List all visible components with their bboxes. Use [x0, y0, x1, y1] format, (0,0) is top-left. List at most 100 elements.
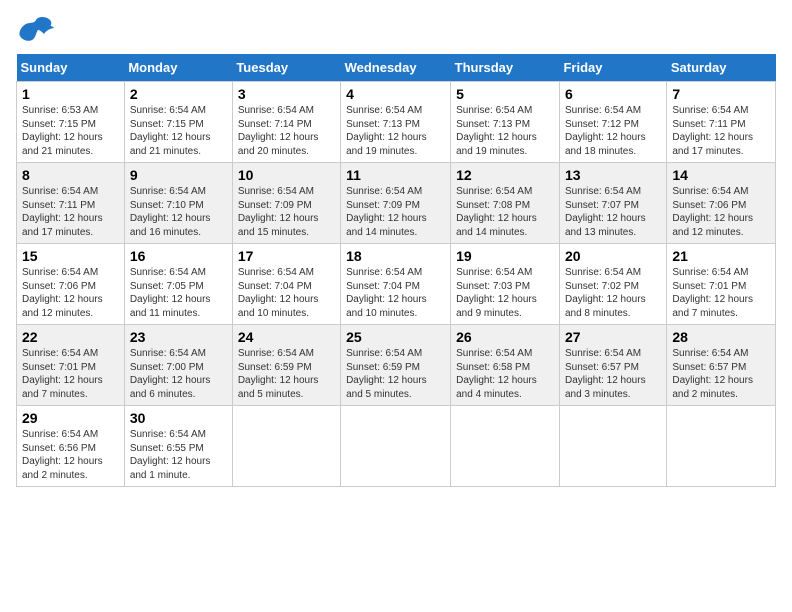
day-number: 24	[238, 329, 335, 345]
empty-cell	[232, 406, 340, 487]
logo-name	[16, 16, 54, 44]
day-number: 16	[130, 248, 227, 264]
day-info: Sunrise: 6:54 AM Sunset: 7:05 PM Dayligh…	[130, 266, 227, 320]
day-number: 22	[22, 329, 119, 345]
empty-cell	[559, 406, 666, 487]
calendar-day-2: 2Sunrise: 6:54 AM Sunset: 7:15 PM Daylig…	[124, 82, 232, 163]
calendar-day-19: 19 Sunrise: 6:54 AM Sunset: 7:03 PM Dayli…	[451, 244, 560, 325]
calendar-day-9: 9 Sunrise: 6:54 AM Sunset: 7:10 PM Daylig…	[124, 163, 232, 244]
day-number: 25	[346, 329, 445, 345]
day-info: Sunrise: 6:54 AM Sunset: 7:09 PM Dayligh…	[346, 185, 445, 239]
day-info: Sunrise: 6:54 AM Sunset: 6:59 PM Dayligh…	[346, 347, 445, 401]
calendar-day-18: 18 Sunrise: 6:54 AM Sunset: 7:04 PM Dayli…	[341, 244, 451, 325]
day-info: Sunrise: 6:54 AM Sunset: 7:12 PM Dayligh…	[565, 104, 661, 158]
empty-cell	[667, 406, 776, 487]
day-info: Sunrise: 6:54 AM Sunset: 6:57 PM Dayligh…	[672, 347, 770, 401]
weekday-header-saturday: Saturday	[667, 54, 776, 82]
calendar-week-5: 29 Sunrise: 6:54 AM Sunset: 6:56 PM Dayli…	[17, 406, 776, 487]
calendar-week-2: 8 Sunrise: 6:54 AM Sunset: 7:11 PM Daylig…	[17, 163, 776, 244]
day-number: 19	[456, 248, 554, 264]
day-number: 2	[130, 86, 227, 102]
day-info: Sunrise: 6:54 AM Sunset: 7:13 PM Dayligh…	[456, 104, 554, 158]
day-info: Sunrise: 6:54 AM Sunset: 7:06 PM Dayligh…	[672, 185, 770, 239]
day-number: 30	[130, 410, 227, 426]
calendar-table: SundayMondayTuesdayWednesdayThursdayFrid…	[16, 54, 776, 487]
calendar-day-14: 14 Sunrise: 6:54 AM Sunset: 7:06 PM Dayli…	[667, 163, 776, 244]
calendar-day-15: 15 Sunrise: 6:54 AM Sunset: 7:06 PM Dayli…	[17, 244, 125, 325]
day-number: 26	[456, 329, 554, 345]
day-number: 5	[456, 86, 554, 102]
day-info: Sunrise: 6:54 AM Sunset: 7:09 PM Dayligh…	[238, 185, 335, 239]
day-info: Sunrise: 6:54 AM Sunset: 7:11 PM Dayligh…	[672, 104, 770, 158]
day-number: 27	[565, 329, 661, 345]
day-number: 28	[672, 329, 770, 345]
day-info: Sunrise: 6:54 AM Sunset: 7:04 PM Dayligh…	[238, 266, 335, 320]
logo	[16, 16, 54, 44]
day-number: 9	[130, 167, 227, 183]
calendar-day-13: 13Sunrise: 6:54 AM Sunset: 7:07 PM Dayli…	[559, 163, 666, 244]
calendar-day-4: 4 Sunrise: 6:54 AM Sunset: 7:13 PM Daylig…	[341, 82, 451, 163]
day-info: Sunrise: 6:54 AM Sunset: 7:01 PM Dayligh…	[22, 347, 119, 401]
weekday-header-row: SundayMondayTuesdayWednesdayThursdayFrid…	[17, 54, 776, 82]
calendar-day-17: 17 Sunrise: 6:54 AM Sunset: 7:04 PM Dayli…	[232, 244, 340, 325]
logo-bird-icon	[18, 16, 54, 44]
day-info: Sunrise: 6:54 AM Sunset: 6:56 PM Dayligh…	[22, 428, 119, 482]
day-info: Sunrise: 6:54 AM Sunset: 7:06 PM Dayligh…	[22, 266, 119, 320]
day-info: Sunrise: 6:53 AM Sunset: 7:15 PM Dayligh…	[22, 104, 119, 158]
calendar-day-28: 28 Sunrise: 6:54 AM Sunset: 6:57 PM Dayli…	[667, 325, 776, 406]
weekday-header-friday: Friday	[559, 54, 666, 82]
day-number: 7	[672, 86, 770, 102]
day-number: 21	[672, 248, 770, 264]
weekday-header-monday: Monday	[124, 54, 232, 82]
calendar-week-3: 15 Sunrise: 6:54 AM Sunset: 7:06 PM Dayli…	[17, 244, 776, 325]
calendar-day-21: 21 Sunrise: 6:54 AM Sunset: 7:01 PM Dayli…	[667, 244, 776, 325]
day-info: Sunrise: 6:54 AM Sunset: 7:10 PM Dayligh…	[130, 185, 227, 239]
empty-cell	[341, 406, 451, 487]
day-number: 17	[238, 248, 335, 264]
calendar-day-5: 5 Sunrise: 6:54 AM Sunset: 7:13 PM Daylig…	[451, 82, 560, 163]
day-info: Sunrise: 6:54 AM Sunset: 7:02 PM Dayligh…	[565, 266, 661, 320]
day-info: Sunrise: 6:54 AM Sunset: 7:00 PM Dayligh…	[130, 347, 227, 401]
day-number: 29	[22, 410, 119, 426]
day-number: 8	[22, 167, 119, 183]
empty-cell	[451, 406, 560, 487]
day-info: Sunrise: 6:54 AM Sunset: 7:04 PM Dayligh…	[346, 266, 445, 320]
day-number: 10	[238, 167, 335, 183]
day-number: 18	[346, 248, 445, 264]
day-info: Sunrise: 6:54 AM Sunset: 7:14 PM Dayligh…	[238, 104, 335, 158]
day-info: Sunrise: 6:54 AM Sunset: 6:58 PM Dayligh…	[456, 347, 554, 401]
day-number: 13	[565, 167, 661, 183]
calendar-day-27: 27 Sunrise: 6:54 AM Sunset: 6:57 PM Dayli…	[559, 325, 666, 406]
day-number: 6	[565, 86, 661, 102]
weekday-header-wednesday: Wednesday	[341, 54, 451, 82]
day-info: Sunrise: 6:54 AM Sunset: 6:57 PM Dayligh…	[565, 347, 661, 401]
day-number: 4	[346, 86, 445, 102]
calendar-day-1: 1Sunrise: 6:53 AM Sunset: 7:15 PM Daylig…	[17, 82, 125, 163]
day-number: 11	[346, 167, 445, 183]
header	[16, 16, 776, 44]
calendar-week-4: 22 Sunrise: 6:54 AM Sunset: 7:01 PM Dayli…	[17, 325, 776, 406]
calendar-day-11: 11 Sunrise: 6:54 AM Sunset: 7:09 PM Dayli…	[341, 163, 451, 244]
calendar-day-26: 26 Sunrise: 6:54 AM Sunset: 6:58 PM Dayli…	[451, 325, 560, 406]
day-info: Sunrise: 6:54 AM Sunset: 7:08 PM Dayligh…	[456, 185, 554, 239]
day-number: 15	[22, 248, 119, 264]
calendar-day-24: 24Sunrise: 6:54 AM Sunset: 6:59 PM Dayli…	[232, 325, 340, 406]
day-number: 14	[672, 167, 770, 183]
day-info: Sunrise: 6:54 AM Sunset: 7:11 PM Dayligh…	[22, 185, 119, 239]
day-info: Sunrise: 6:54 AM Sunset: 7:01 PM Dayligh…	[672, 266, 770, 320]
calendar-day-10: 10 Sunrise: 6:54 AM Sunset: 7:09 PM Dayli…	[232, 163, 340, 244]
day-number: 3	[238, 86, 335, 102]
day-number: 12	[456, 167, 554, 183]
day-number: 23	[130, 329, 227, 345]
weekday-header-thursday: Thursday	[451, 54, 560, 82]
day-info: Sunrise: 6:54 AM Sunset: 6:55 PM Dayligh…	[130, 428, 227, 482]
day-info: Sunrise: 6:54 AM Sunset: 7:13 PM Dayligh…	[346, 104, 445, 158]
calendar-day-6: 6 Sunrise: 6:54 AM Sunset: 7:12 PM Daylig…	[559, 82, 666, 163]
main-container: SundayMondayTuesdayWednesdayThursdayFrid…	[0, 0, 792, 495]
calendar-day-3: 3 Sunrise: 6:54 AM Sunset: 7:14 PM Daylig…	[232, 82, 340, 163]
calendar-day-7: 7 Sunrise: 6:54 AM Sunset: 7:11 PM Daylig…	[667, 82, 776, 163]
calendar-day-22: 22 Sunrise: 6:54 AM Sunset: 7:01 PM Dayli…	[17, 325, 125, 406]
calendar-day-16: 16 Sunrise: 6:54 AM Sunset: 7:05 PM Dayli…	[124, 244, 232, 325]
day-info: Sunrise: 6:54 AM Sunset: 7:03 PM Dayligh…	[456, 266, 554, 320]
calendar-day-12: 12 Sunrise: 6:54 AM Sunset: 7:08 PM Dayli…	[451, 163, 560, 244]
